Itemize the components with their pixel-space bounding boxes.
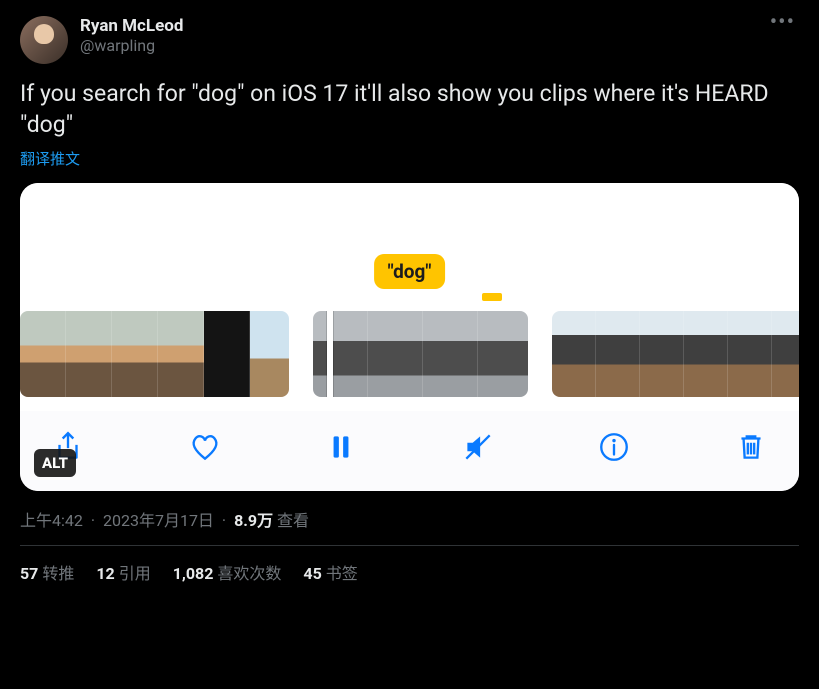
tweet-header: Ryan McLeod @warpling ••• <box>20 16 799 64</box>
stat-value: 1,082 <box>173 564 214 583</box>
quotes-stat[interactable]: 12 引用 <box>96 560 150 584</box>
mute-button[interactable] <box>458 427 498 467</box>
timeline-frame <box>478 311 528 397</box>
timeline-frame <box>684 311 728 397</box>
translate-link[interactable]: 翻译推文 <box>20 148 80 169</box>
timeline-frame <box>552 311 596 397</box>
retweets-stat[interactable]: 57转推 <box>20 560 74 584</box>
stat-label: 转推 <box>42 564 74 583</box>
mute-icon <box>461 430 495 464</box>
tweet-text: If you search for "dog" on iOS 17 it'll … <box>20 78 799 140</box>
meta-line: 上午4:42 · 2023年7月17日 · 8.9万 查看 <box>20 507 799 531</box>
timeline-frame <box>368 311 423 397</box>
clip-group[interactable] <box>20 311 289 397</box>
avatar[interactable] <box>20 16 68 64</box>
alt-badge[interactable]: ALT <box>34 449 76 477</box>
timeline-frame <box>772 311 799 397</box>
trash-icon <box>734 430 768 464</box>
divider <box>20 545 799 546</box>
media-card[interactable]: "dog" <box>20 183 799 491</box>
info-icon <box>597 430 631 464</box>
stat-value: 45 <box>303 564 321 583</box>
timeline-frame <box>596 311 640 397</box>
video-timeline[interactable] <box>20 289 799 411</box>
date[interactable]: 2023年7月17日 <box>103 511 214 530</box>
handle: @warpling <box>80 36 754 55</box>
timeline-frame <box>20 311 66 397</box>
more-button[interactable]: ••• <box>766 16 799 30</box>
caption-chip: "dog" <box>374 254 446 289</box>
timeline-frame <box>313 311 368 397</box>
caption-marker <box>482 293 502 301</box>
separator: · <box>91 511 95 530</box>
stat-value: 57 <box>20 564 38 583</box>
stats-row: 57转推 12 引用 1,082喜欢次数 45 书签 <box>20 560 799 584</box>
timeline-frame <box>728 311 772 397</box>
like-button[interactable] <box>185 427 225 467</box>
trash-button[interactable] <box>731 427 771 467</box>
info-button[interactable] <box>594 427 634 467</box>
timeline-frame <box>66 311 112 397</box>
timeline-frame <box>204 311 250 397</box>
timestamp[interactable]: 上午4:42 <box>20 511 83 530</box>
timeline-frame <box>423 311 478 397</box>
views-label: 查看 <box>277 511 309 530</box>
timeline-frame <box>158 311 204 397</box>
stat-label: 引用 <box>119 564 151 583</box>
heart-icon <box>188 430 222 464</box>
clip-group[interactable] <box>313 311 528 397</box>
playhead[interactable] <box>327 311 333 397</box>
stat-label: 书签 <box>326 564 358 583</box>
media-top-area: "dog" <box>20 183 799 289</box>
tweet-container: Ryan McLeod @warpling ••• If you search … <box>0 0 819 600</box>
media-toolbar <box>20 411 799 491</box>
display-name: Ryan McLeod <box>80 16 754 36</box>
likes-stat[interactable]: 1,082喜欢次数 <box>173 560 282 584</box>
stat-label: 喜欢次数 <box>217 564 281 583</box>
author-names[interactable]: Ryan McLeod @warpling <box>80 16 754 55</box>
timeline-frame <box>250 311 289 397</box>
timeline-frame <box>640 311 684 397</box>
views-count: 8.9万 <box>234 511 273 530</box>
pause-button[interactable] <box>321 427 361 467</box>
separator: · <box>222 511 226 530</box>
pause-icon <box>324 430 358 464</box>
clip-group[interactable] <box>552 311 799 397</box>
timeline-frame <box>112 311 158 397</box>
bookmarks-stat[interactable]: 45 书签 <box>303 560 357 584</box>
stat-value: 12 <box>96 564 114 583</box>
